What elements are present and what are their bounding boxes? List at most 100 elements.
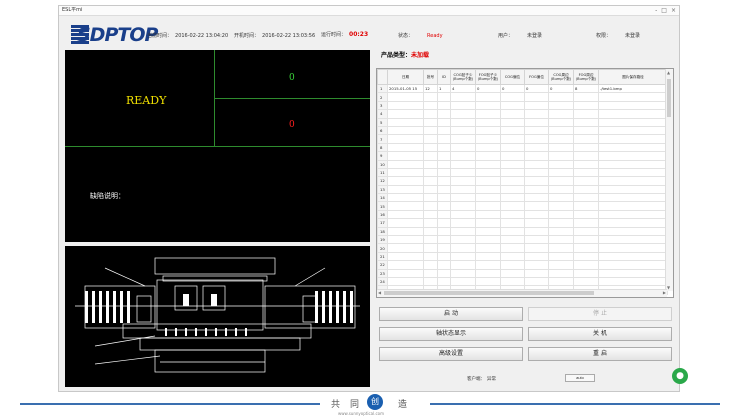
table-cell[interactable]: [437, 251, 451, 262]
table-cell[interactable]: [423, 100, 438, 111]
table-cell[interactable]: [450, 100, 476, 111]
table-cell[interactable]: [500, 184, 525, 195]
table-cell[interactable]: [598, 151, 668, 161]
table-cell[interactable]: [450, 151, 476, 161]
table-cell[interactable]: [437, 117, 451, 127]
table-cell[interactable]: [573, 92, 599, 102]
column-header[interactable]: COG周边(Bump个数): [548, 69, 574, 85]
table-cell[interactable]: [475, 193, 501, 203]
table-cell[interactable]: [524, 151, 549, 161]
table-cell[interactable]: [548, 142, 574, 153]
table-cell[interactable]: [524, 268, 549, 279]
table-cell[interactable]: [450, 218, 476, 228]
table-cell[interactable]: [548, 226, 574, 237]
table-cell[interactable]: [573, 235, 599, 245]
table-cell[interactable]: [475, 184, 501, 195]
table-cell[interactable]: [475, 235, 501, 245]
axis-status-button[interactable]: 轴状态显示: [379, 327, 523, 341]
table-cell[interactable]: [524, 193, 549, 203]
table-cell[interactable]: [423, 226, 438, 237]
table-cell[interactable]: [475, 109, 501, 119]
table-cell[interactable]: [437, 184, 451, 195]
table-cell[interactable]: [387, 218, 424, 228]
table-cell[interactable]: [437, 218, 451, 228]
table-cell[interactable]: [500, 243, 525, 253]
table-cell[interactable]: [450, 251, 476, 262]
table-cell[interactable]: [524, 142, 549, 153]
table-cell[interactable]: [500, 151, 525, 161]
horizontal-scrollbar[interactable]: ◀ ▶: [377, 289, 667, 297]
table-cell[interactable]: [387, 142, 424, 153]
table-cell[interactable]: [450, 125, 476, 136]
table-cell[interactable]: [573, 260, 599, 270]
table-cell[interactable]: [500, 276, 525, 287]
table-row[interactable]: 9: [377, 151, 668, 161]
table-row[interactable]: 20: [377, 243, 668, 253]
table-cell[interactable]: [548, 276, 574, 287]
table-row[interactable]: 14: [377, 193, 668, 203]
table-row[interactable]: 3: [377, 100, 668, 111]
table-cell[interactable]: [598, 109, 668, 119]
table-cell[interactable]: [475, 218, 501, 228]
table-cell[interactable]: [475, 142, 501, 153]
table-cell[interactable]: [573, 100, 599, 111]
table-cell[interactable]: [437, 167, 451, 178]
table-cell[interactable]: [437, 142, 451, 153]
table-cell[interactable]: 8: [573, 83, 599, 94]
table-cell[interactable]: [500, 117, 525, 127]
table-cell[interactable]: [573, 209, 599, 220]
table-cell[interactable]: [437, 276, 451, 287]
table-cell[interactable]: [475, 167, 501, 178]
table-row[interactable]: 18: [377, 226, 668, 237]
table-cell[interactable]: [450, 209, 476, 220]
table-cell[interactable]: 0: [500, 83, 525, 94]
table-cell[interactable]: [573, 142, 599, 153]
table-cell[interactable]: [423, 268, 438, 279]
table-cell[interactable]: [524, 184, 549, 195]
table-cell[interactable]: [475, 268, 501, 279]
table-cell[interactable]: [437, 109, 451, 119]
table-row[interactable]: 17: [377, 218, 668, 228]
table-cell[interactable]: [500, 167, 525, 178]
table-cell[interactable]: [437, 201, 451, 211]
table-cell[interactable]: [423, 235, 438, 245]
table-cell[interactable]: [524, 243, 549, 253]
table-cell[interactable]: [423, 92, 438, 102]
column-header[interactable]: FOG周边(Bump个数): [573, 69, 599, 85]
table-cell[interactable]: [437, 268, 451, 279]
table-cell[interactable]: [548, 176, 574, 186]
table-cell[interactable]: [573, 117, 599, 127]
table-cell[interactable]: [387, 243, 424, 253]
table-cell[interactable]: [387, 226, 424, 237]
table-cell[interactable]: [423, 125, 438, 136]
table-cell[interactable]: [500, 100, 525, 111]
table-row[interactable]: 8: [377, 142, 668, 153]
table-cell[interactable]: [598, 184, 668, 195]
table-cell[interactable]: [524, 109, 549, 119]
table-cell[interactable]: [573, 167, 599, 178]
table-cell[interactable]: [387, 193, 424, 203]
table-cell[interactable]: [573, 109, 599, 119]
table-cell[interactable]: [500, 226, 525, 237]
table-row[interactable]: 23: [377, 268, 668, 279]
table-cell[interactable]: [598, 176, 668, 186]
table-cell[interactable]: [475, 176, 501, 186]
table-cell[interactable]: [598, 142, 668, 153]
column-header[interactable]: 图片保存路径: [598, 69, 668, 85]
table-cell[interactable]: [548, 243, 574, 253]
table-cell[interactable]: [387, 151, 424, 161]
table-row[interactable]: 7: [377, 134, 668, 144]
table-cell[interactable]: [475, 201, 501, 211]
table-cell[interactable]: [475, 117, 501, 127]
table-cell[interactable]: [524, 134, 549, 144]
table-cell[interactable]: [387, 92, 424, 102]
table-cell[interactable]: [387, 109, 424, 119]
table-cell[interactable]: [450, 235, 476, 245]
restart-button[interactable]: 重 启: [528, 347, 672, 361]
table-cell[interactable]: [423, 134, 438, 144]
table-cell[interactable]: [450, 260, 476, 270]
table-cell[interactable]: [598, 100, 668, 111]
table-row[interactable]: 4: [377, 109, 668, 119]
maximize-icon[interactable]: □: [661, 6, 667, 15]
table-cell[interactable]: 2015-01-05 15: [387, 83, 424, 94]
